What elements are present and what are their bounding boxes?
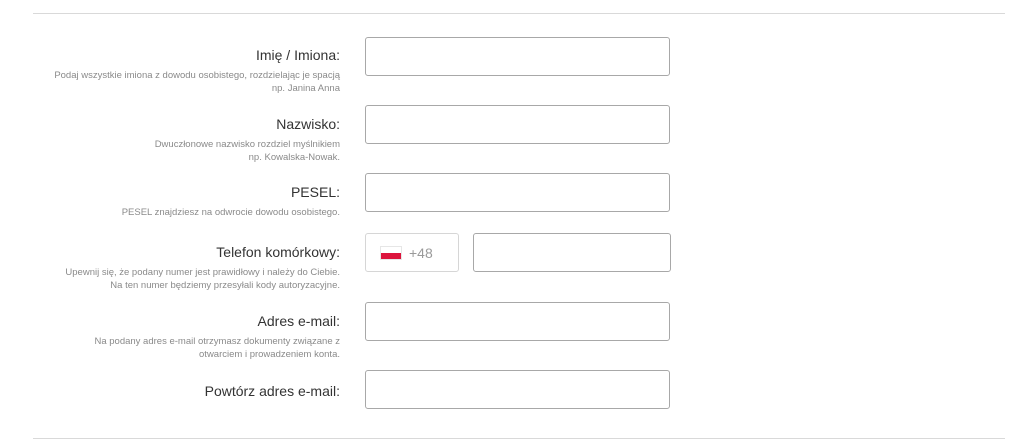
last-name-label: Nazwisko: [276,116,340,132]
email-hint-line2: otwarciem i prowadzeniem konta. [199,349,340,360]
email-repeat-label: Powtórz adres e-mail: [204,383,340,399]
phone-hint-line2: Na ten numer będziemy przesyłali kody au… [110,280,340,291]
last-name-input[interactable] [365,105,670,144]
email-repeat-input[interactable] [365,370,670,409]
last-name-label-group: Nazwisko: Dwuczłonowe nazwisko rozdziel … [10,115,340,164]
pesel-input[interactable] [365,173,670,212]
phone-number-input[interactable] [473,233,671,272]
email-hint: Na podany adres e-mail otrzymasz dokumen… [10,335,340,361]
phone-label-group: Telefon komórkowy: Upewnij się, że podan… [10,243,340,292]
phone-hint-line1: Upewnij się, że podany numer jest prawid… [65,267,340,278]
first-name-hint: Podaj wszystkie imiona z dowodu osobiste… [10,69,340,95]
email-label-group: Adres e-mail: Na podany adres e-mail otr… [10,312,340,361]
email-input[interactable] [365,302,670,341]
email-hint-line1: Na podany adres e-mail otrzymasz dokumen… [94,336,340,347]
email-label: Adres e-mail: [257,313,340,329]
first-name-hint-line1: Podaj wszystkie imiona z dowodu osobiste… [54,70,340,81]
first-name-label: Imię / Imiona: [255,47,340,63]
country-code-prefix: +48 [409,244,433,261]
bottom-divider [33,438,1005,439]
registration-form: Imię / Imiona: Podaj wszystkie imiona z … [0,0,1024,447]
country-code-selector[interactable]: +48 [365,233,459,272]
first-name-hint-line2: np. Janina Anna [271,83,340,94]
first-name-input[interactable] [365,37,670,76]
pesel-label: PESEL: [290,184,340,200]
last-name-hint: Dwuczłonowe nazwisko rozdziel myślnikiem… [10,138,340,164]
phone-hint: Upewnij się, że podany numer jest prawid… [10,266,340,292]
poland-flag-icon [381,246,401,259]
last-name-hint-line1: Dwuczłonowe nazwisko rozdziel myślnikiem [154,139,340,150]
phone-label: Telefon komórkowy: [216,244,340,260]
pesel-label-group: PESEL: PESEL znajdziesz na odwrocie dowo… [10,183,340,219]
last-name-hint-line2: np. Kowalska-Nowak. [248,152,340,163]
top-divider [33,13,1005,14]
email-repeat-label-group: Powtórz adres e-mail: [10,382,340,400]
first-name-label-group: Imię / Imiona: Podaj wszystkie imiona z … [10,46,340,95]
pesel-hint: PESEL znajdziesz na odwrocie dowodu osob… [121,207,340,218]
